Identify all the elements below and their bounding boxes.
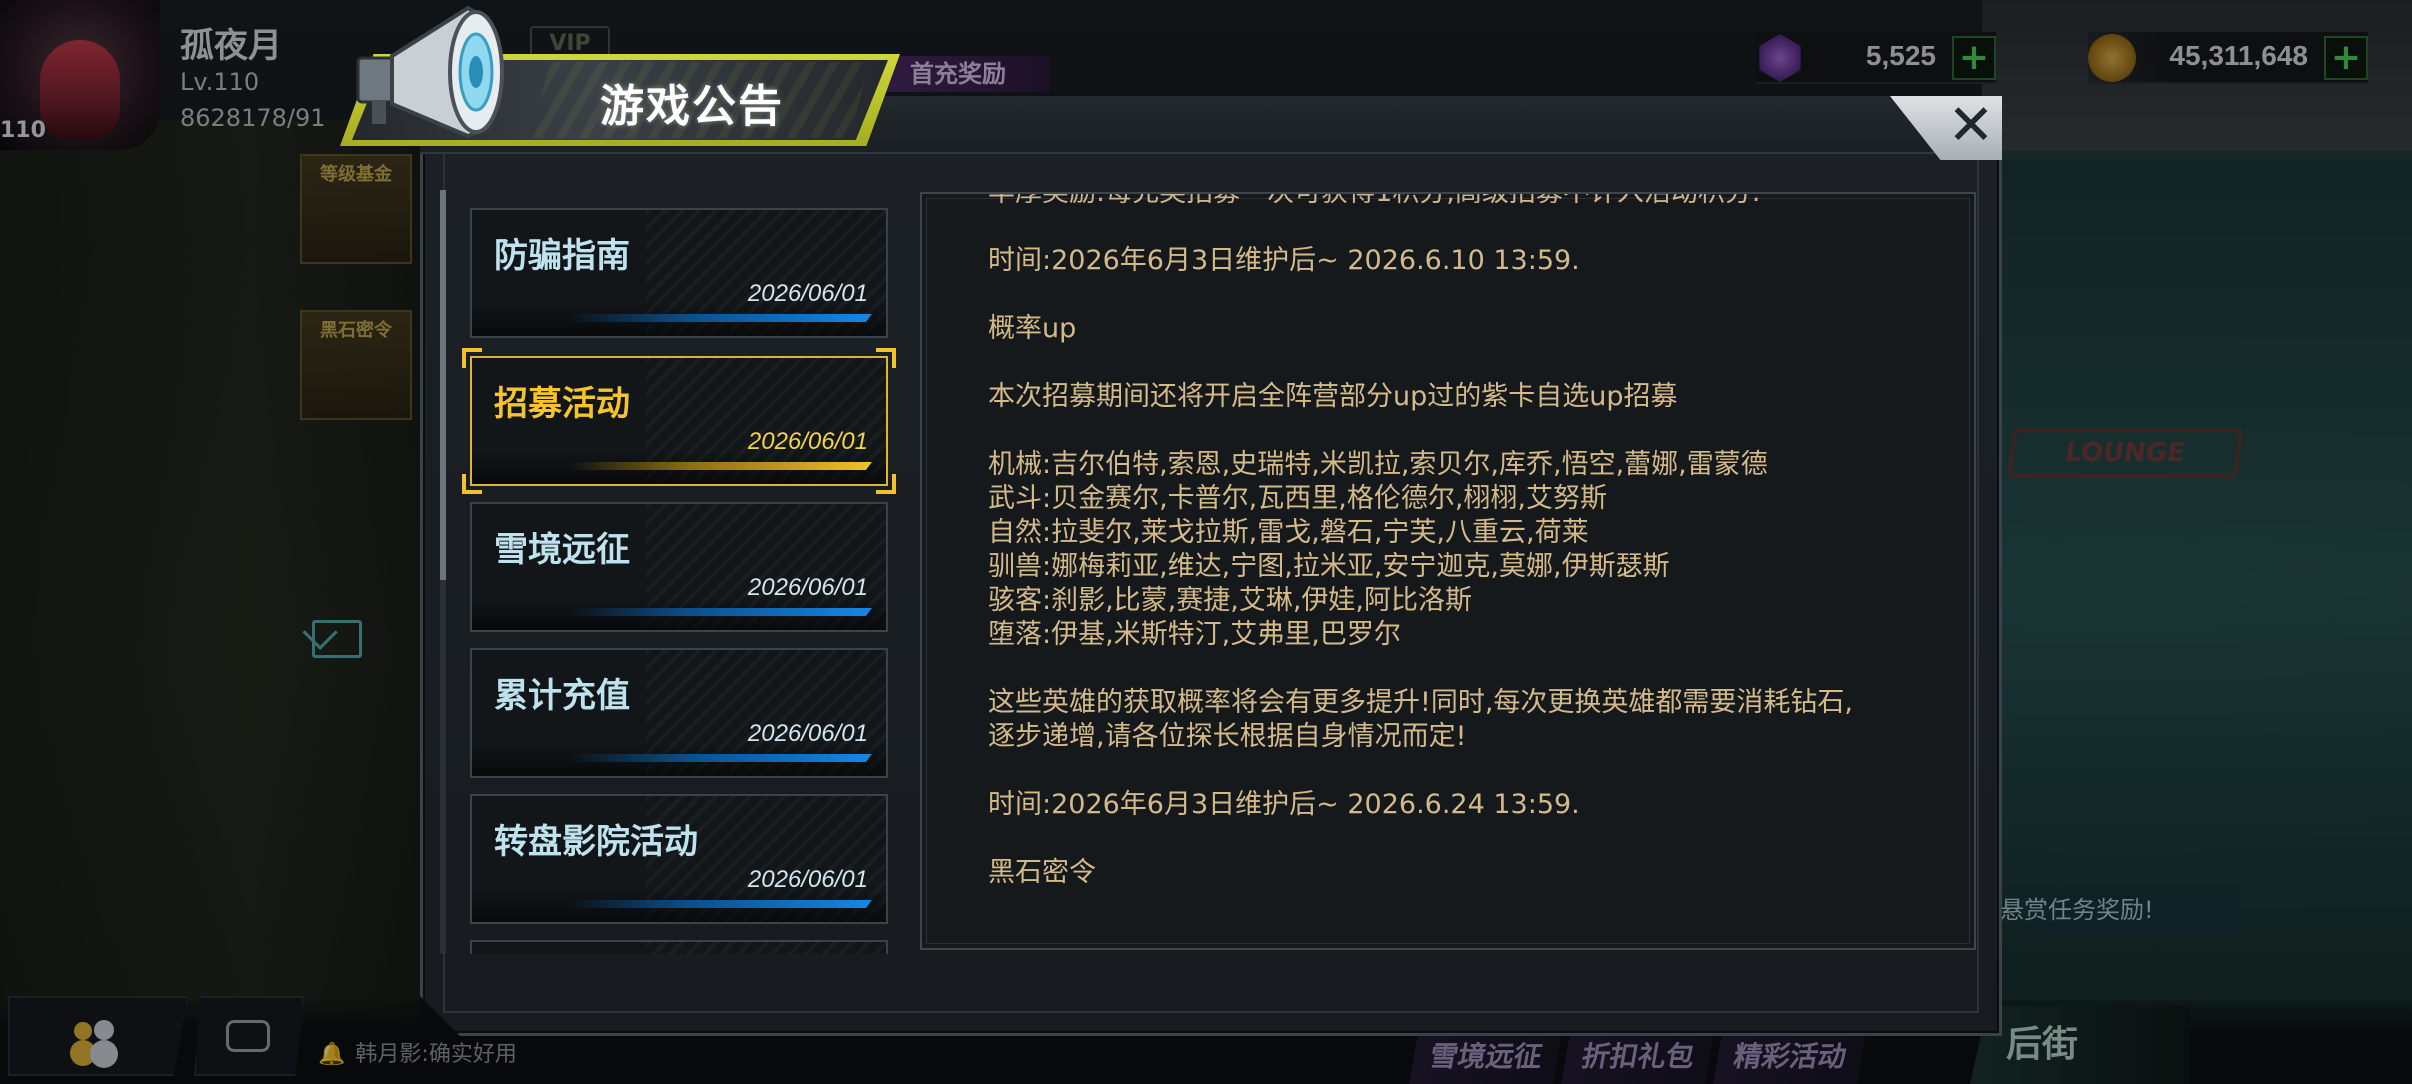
announcement-body: 丰厚奖励:每充英招募一次可获得1积分,高级招募不计入活动积分. 时间:2026年…: [988, 192, 1934, 924]
content-time-1: 时间:2026年6月3日维护后~ 2026.6.10 13:59.: [988, 245, 1580, 276]
content-next-title: 黑石密令: [988, 857, 1096, 888]
notice-item-title: 防骗指南: [494, 236, 630, 276]
faction-line: 自然:拉斐尔,莱戈拉斯,雷戈,磐石,宁芙,八重云,荷莱: [988, 517, 1589, 548]
notice-item-date: 2026/06/01: [747, 866, 868, 893]
notice-item-next[interactable]: [470, 940, 888, 954]
content-time-2: 时间:2026年6月3日维护后~ 2026.6.24 13:59.: [988, 789, 1580, 820]
notice-item-bar: [568, 608, 872, 616]
notice-item-title: 雪境远征: [494, 530, 630, 570]
faction-line: 机械:吉尔伯特,索恩,史瑞特,米凯拉,索贝尔,库乔,悟空,蕾娜,雷蒙德: [988, 449, 1768, 480]
content-cut-line: 丰厚奖励:每充英招募一次可获得1积分,高级招募不计入活动积分.: [988, 192, 1761, 208]
notice-item-date: 2026/06/01: [747, 720, 868, 747]
content-intro: 本次招募期间还将开启全阵营部分up过的紫卡自选up招募: [988, 381, 1678, 412]
megaphone-icon: [356, 5, 504, 139]
faction-line: 堕落:伊基,米斯特汀,艾弗里,巴罗尔: [988, 619, 1401, 650]
notice-item-anti-fraud[interactable]: 防骗指南 2026/06/01: [470, 208, 888, 338]
notice-item-snow-expedition[interactable]: 雪境远征 2026/06/01: [470, 502, 888, 632]
faction-line: 驯兽:娜梅莉亚,维达,宁图,拉米亚,安宁迦克,莫娜,伊斯瑟斯: [988, 551, 1670, 582]
notice-list: 防骗指南 2026/06/01 招募活动 2026/06/01 雪境远征 202…: [440, 190, 906, 954]
note-line: 逐步递增,请各位探长根据自身情况而定!: [988, 721, 1467, 752]
faction-line: 骇客:刹影,比蒙,赛捷,艾琳,伊娃,阿比洛斯: [988, 585, 1473, 616]
note-line: 这些英雄的获取概率将会有更多提升!同时,每次更换英雄都需要消耗钻石,: [988, 687, 1853, 718]
notice-item-title: 累计充值: [494, 676, 630, 716]
notice-item-date: 2026/06/01: [747, 280, 868, 307]
faction-line: 武斗:贝金赛尔,卡普尔,瓦西里,格伦德尔,栩栩,艾努斯: [988, 483, 1608, 514]
notice-item-date: 2026/06/01: [747, 574, 868, 601]
notice-item-bar: [568, 754, 872, 762]
notice-item-roulette-cinema[interactable]: 转盘影院活动 2026/06/01: [470, 794, 888, 924]
content-faction-list: 机械:吉尔伯特,索恩,史瑞特,米凯拉,索贝尔,库乔,悟空,蕾娜,雷蒙德 武斗:贝…: [988, 448, 1934, 652]
selected-item-highlight: [462, 348, 896, 494]
notice-item-bar: [568, 900, 872, 908]
announcement-content-panel[interactable]: 丰厚奖励:每充英招募一次可获得1积分,高级招募不计入活动积分. 时间:2026年…: [920, 192, 1976, 950]
notice-item-cumulative-recharge[interactable]: 累计充值 2026/06/01: [470, 648, 888, 778]
notice-item-bar: [568, 314, 872, 322]
close-icon[interactable]: ✕: [1944, 98, 1998, 156]
corner-bracket: [876, 348, 896, 368]
item-pattern: [646, 942, 886, 954]
notice-item-title: 转盘影院活动: [494, 822, 698, 862]
modal-title: 游戏公告: [600, 81, 784, 132]
corner-bracket: [462, 348, 482, 368]
corner-bracket: [876, 474, 896, 494]
content-rate-up: 概率up: [988, 313, 1077, 344]
content-note: 这些英雄的获取概率将会有更多提升!同时,每次更换英雄都需要消耗钻石, 逐步递增,…: [988, 686, 1934, 754]
corner-bracket: [462, 474, 482, 494]
